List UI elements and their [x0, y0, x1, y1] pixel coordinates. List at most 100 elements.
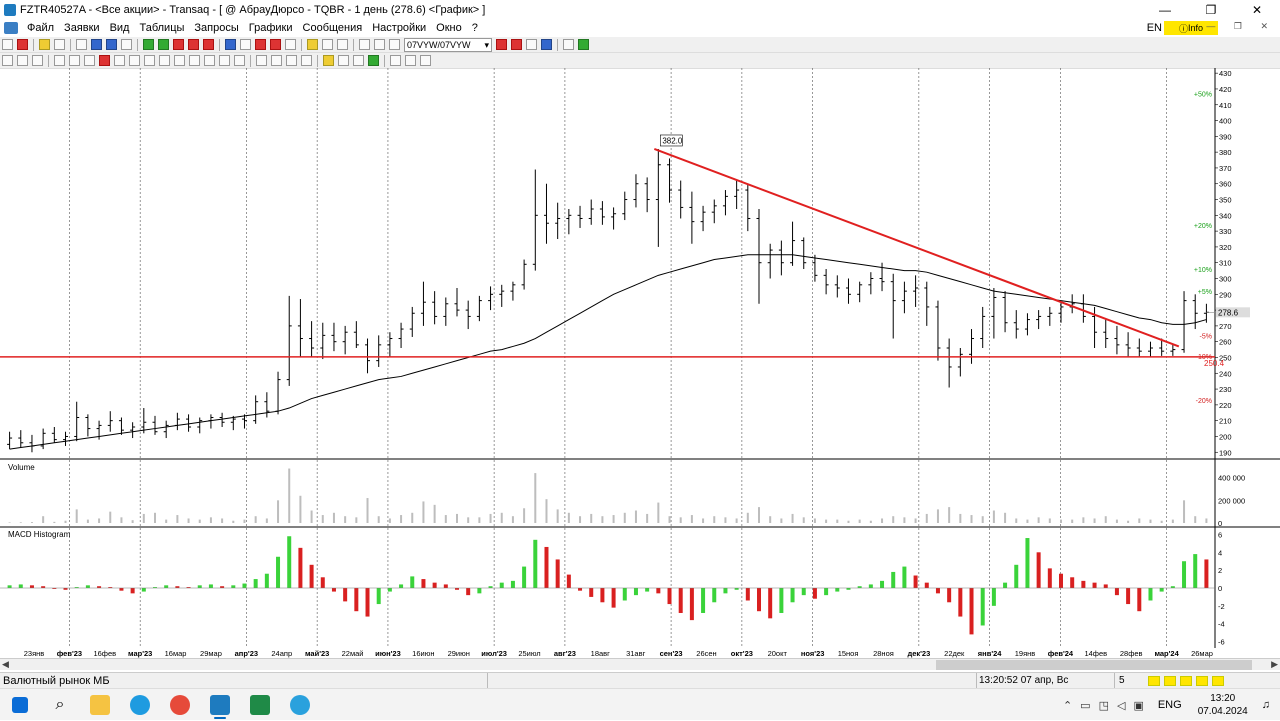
- tool-fx-icon[interactable]: [285, 39, 296, 50]
- menu-requests[interactable]: Запросы: [189, 22, 243, 34]
- tool-cancel-icon[interactable]: [17, 39, 28, 50]
- indicators-icon[interactable]: [256, 55, 267, 66]
- tool-portfolio-icon[interactable]: [541, 39, 552, 50]
- input-language[interactable]: ENG: [1158, 699, 1182, 711]
- volume-icon[interactable]: ◁: [1117, 699, 1125, 712]
- taskbar-explorer[interactable]: [80, 689, 120, 721]
- trendline-icon[interactable]: [129, 55, 140, 66]
- tool-book-icon[interactable]: [578, 39, 589, 50]
- layout-icon[interactable]: [286, 55, 297, 66]
- tool-table-icon[interactable]: [76, 39, 87, 50]
- tool-sum-alt-icon[interactable]: [270, 39, 281, 50]
- zoom-fit-icon[interactable]: [323, 55, 334, 66]
- tool-monitor-icon[interactable]: [389, 39, 400, 50]
- menu-messages[interactable]: Сообщения: [298, 22, 368, 34]
- tool-quotes-icon[interactable]: [337, 39, 348, 50]
- tool-open-icon[interactable]: [39, 39, 50, 50]
- tool-refresh-icon[interactable]: [121, 39, 132, 50]
- horizontal-scrollbar[interactable]: ◀ ▶: [0, 658, 1280, 670]
- taskbar-telegram[interactable]: [280, 689, 320, 721]
- tool-back-icon[interactable]: [91, 39, 102, 50]
- date-label: мар'23: [128, 649, 152, 658]
- fibonacci-icon[interactable]: [189, 55, 200, 66]
- taskbar-chrome[interactable]: [160, 689, 200, 721]
- menu-file[interactable]: Файл: [22, 22, 59, 34]
- scroll-right-arrow-icon[interactable]: ▶: [1271, 659, 1278, 670]
- taskbar-edge[interactable]: [120, 689, 160, 721]
- search-button[interactable]: ⌕: [40, 689, 80, 721]
- text-icon[interactable]: [420, 55, 431, 66]
- network-icon[interactable]: ◳: [1099, 699, 1109, 712]
- crosshair-icon[interactable]: [17, 55, 28, 66]
- price-chart[interactable]: 4304204104003903803703603503403303203103…: [0, 68, 1280, 658]
- tool-forward-icon[interactable]: [106, 39, 117, 50]
- scroll-left-arrow-icon[interactable]: ◀: [2, 659, 9, 670]
- fan-icon[interactable]: [174, 55, 185, 66]
- notification-icon[interactable]: ♫: [1262, 699, 1270, 711]
- horizontal-line-icon[interactable]: [114, 55, 125, 66]
- template-icon[interactable]: [271, 55, 282, 66]
- battery-icon[interactable]: ▭: [1080, 699, 1090, 712]
- tool-sell-icon[interactable]: [173, 39, 184, 50]
- channel-icon[interactable]: [144, 55, 155, 66]
- tool-binoculars-icon[interactable]: [359, 39, 370, 50]
- menu-help[interactable]: ?: [467, 22, 483, 34]
- menu-orders[interactable]: Заявки: [59, 22, 105, 34]
- tool-stop-order-icon[interactable]: [158, 39, 169, 50]
- properties-icon[interactable]: [405, 55, 416, 66]
- tool-magnet-icon[interactable]: [496, 39, 507, 50]
- tool-list-icon[interactable]: [322, 39, 333, 50]
- close-button[interactable]: ✕: [1234, 0, 1280, 19]
- tool-alert-icon[interactable]: [511, 39, 522, 50]
- compare-icon[interactable]: [390, 55, 401, 66]
- ray-icon[interactable]: [84, 55, 95, 66]
- mdi-window-controls[interactable]: — ❐ ✕: [1206, 21, 1276, 32]
- scroll-thumb[interactable]: [936, 660, 1252, 670]
- taskbar-excel[interactable]: [240, 689, 280, 721]
- tool-new-icon[interactable]: [2, 39, 13, 50]
- tool-sum-icon[interactable]: [225, 39, 236, 50]
- parallel-lines-icon[interactable]: [159, 55, 170, 66]
- menu-window[interactable]: Окно: [431, 22, 467, 34]
- display-icon[interactable]: ▣: [1133, 699, 1143, 712]
- zoom-in-icon[interactable]: [338, 55, 349, 66]
- tool-stop-icon[interactable]: [203, 39, 214, 50]
- tool-cancel-all-icon[interactable]: [188, 39, 199, 50]
- downtrend-line[interactable]: [653, 148, 1180, 348]
- mdi-icon[interactable]: [4, 22, 18, 34]
- menu-charts[interactable]: Графики: [244, 22, 298, 34]
- measure-icon[interactable]: [32, 55, 43, 66]
- macd-tick-label: 6: [1218, 530, 1222, 539]
- rectangle-icon[interactable]: [234, 55, 245, 66]
- triangle-icon[interactable]: [219, 55, 230, 66]
- zoom-out-icon[interactable]: [353, 55, 364, 66]
- taskbar-transaq[interactable]: [200, 689, 240, 721]
- clock[interactable]: 13:20 07.04.2024: [1198, 692, 1248, 718]
- chevron-up-icon[interactable]: ⌃: [1063, 699, 1072, 712]
- tool-grid-icon[interactable]: [307, 39, 318, 50]
- tool-news-icon[interactable]: [526, 39, 537, 50]
- candle: [1036, 310, 1042, 330]
- tool-order-icon[interactable]: [143, 39, 154, 50]
- tool-function-icon[interactable]: [240, 39, 251, 50]
- line-icon[interactable]: [69, 55, 80, 66]
- language-indicator[interactable]: EN: [1147, 22, 1162, 34]
- pencil-icon[interactable]: [54, 55, 65, 66]
- tool-report-icon[interactable]: [563, 39, 574, 50]
- tool-find-icon[interactable]: [374, 39, 385, 50]
- scroll-end-icon[interactable]: [368, 55, 379, 66]
- maximize-button[interactable]: ❐: [1188, 0, 1234, 19]
- account-select[interactable]: 07VYW/07VYW: [404, 37, 492, 52]
- tool-sum-red-icon[interactable]: [255, 39, 266, 50]
- menu-view[interactable]: Вид: [105, 22, 135, 34]
- minimize-button[interactable]: —: [1142, 0, 1188, 19]
- eraser-icon[interactable]: [99, 55, 110, 66]
- cursor-icon[interactable]: [2, 55, 13, 66]
- volume-bar: [981, 516, 984, 523]
- tool-save-icon[interactable]: [54, 39, 65, 50]
- start-button[interactable]: [0, 689, 40, 721]
- menu-settings[interactable]: Настройки: [367, 22, 431, 34]
- menu-tables[interactable]: Таблицы: [134, 22, 189, 34]
- arc-icon[interactable]: [204, 55, 215, 66]
- studies-icon[interactable]: [301, 55, 312, 66]
